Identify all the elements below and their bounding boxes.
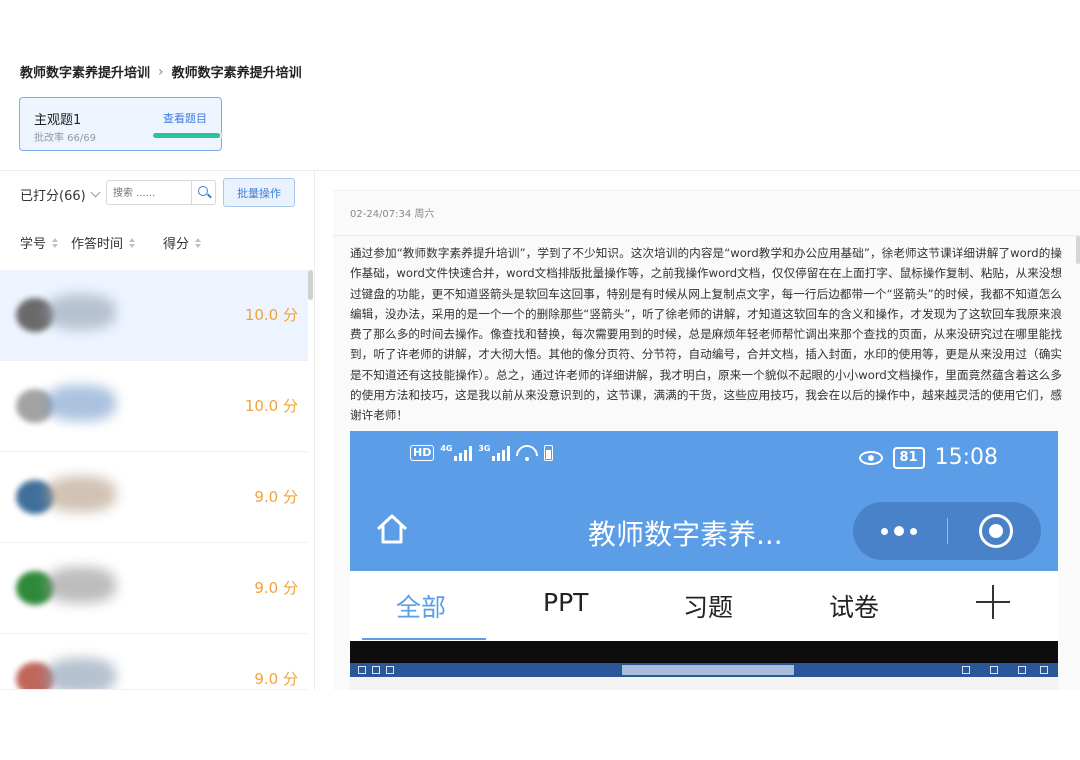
titlebar-glyph [990,666,998,674]
plus-icon[interactable] [976,585,1010,619]
student-row[interactable]: 9.0 分 [0,452,308,543]
column-header-score[interactable]: 得分 [163,233,202,252]
sort-icon [52,237,59,248]
signal-icon: 3G [478,444,511,461]
word-titlebar [350,663,1058,677]
mini-app-title: 教师数字素养... [588,518,783,551]
capsule-divider [947,518,948,544]
column-header-label: 学号 [20,237,47,252]
breadcrumb: 教师数字素养提升培训 › 教师数字素养提升培训 [20,62,302,82]
search-input[interactable] [107,182,187,205]
word-ribbon [350,677,1058,690]
student-score: 9.0 分 [254,488,298,506]
mini-app-header: 教师数字素养... [350,487,1058,571]
detail-scrollbar[interactable] [1076,236,1080,264]
batch-operation-button[interactable]: 批量操作 [223,178,295,207]
student-score: 10.0 分 [244,397,298,415]
wifi-icon [511,440,543,472]
signal-icon: 4G [440,444,473,461]
blurred-avatar [12,470,122,525]
student-row[interactable]: 9.0 分 [0,543,308,634]
sim1-label: 4G [440,444,453,453]
search-button[interactable] [191,181,215,204]
score-filter-label: 已打分(66) [20,189,86,204]
student-row[interactable]: 9.0 分 [0,634,308,690]
section-divider [0,170,1080,171]
blurred-avatar [12,379,122,434]
hd-badge: HD [410,445,435,461]
topic-card[interactable]: 主观题1 查看题目 批改率 66/69 [19,97,223,151]
phone-clock: 15:08 [934,445,998,470]
student-score: 10.0 分 [244,306,298,324]
battery-saver-icon [544,445,554,461]
phone-tabs: 全部 PPT 习题 试卷 [350,571,1058,639]
chevron-down-icon [90,187,101,198]
search-box [106,180,216,205]
chevron-right-icon: › [158,63,164,80]
student-score: 9.0 分 [254,670,298,688]
mini-app-capsule[interactable] [853,502,1041,560]
breadcrumb-item-course[interactable]: 教师数字素养提升培训 [20,62,150,81]
titlebar-glyph [358,666,366,674]
search-icon-handle [207,193,212,199]
battery-level: 81 [892,446,925,469]
tab-all[interactable]: 全部 [396,588,446,624]
tab-exams[interactable]: 试卷 [829,588,879,624]
tab-exercises[interactable]: 习题 [683,588,733,624]
tab-ppt[interactable]: PPT [543,588,588,617]
list-scrollbar[interactable] [308,270,313,300]
student-row[interactable]: 10.0 分 [0,270,308,361]
titlebar-glyph [962,666,970,674]
answer-timestamp: 02-24/07:34 周六 [350,209,435,220]
student-row[interactable]: 10.0 分 [0,361,308,452]
topic-title: 主观题1 [34,113,82,128]
titlebar-glyph [1018,666,1026,674]
grading-progress-fill [153,133,220,138]
blurred-avatar [12,561,122,616]
eye-icon [858,450,883,465]
phone-status-bar: HD 4G 3G 81 15:08 [350,431,1058,487]
word-search-bar [622,665,794,675]
column-header-student-id[interactable]: 学号 [20,233,59,252]
blurred-avatar [12,288,122,343]
column-header-label: 作答时间 [71,237,124,252]
close-target-icon[interactable] [979,514,1013,548]
breadcrumb-item-current: 教师数字素养提升培训 [171,66,302,81]
video-frame-top [350,641,1058,663]
blurred-avatar [12,652,122,689]
score-filter-dropdown[interactable]: 已打分(66) [20,185,101,204]
grading-progress-bar [153,133,223,138]
panel-divider [314,170,315,690]
home-icon[interactable] [375,512,409,546]
detail-divider [333,235,1080,236]
answer-attachment-screenshot[interactable]: HD 4G 3G 81 15:08 教师数字素养... 全部 PPT 习题 试卷 [350,431,1058,690]
view-question-link[interactable]: 查看题目 [163,110,207,126]
active-tab-indicator [362,638,486,640]
sim2-label: 3G [478,444,491,453]
titlebar-glyph [386,666,394,674]
grading-rate: 批改率 66/69 [34,133,96,144]
column-header-label: 得分 [163,237,190,252]
titlebar-glyph [1040,666,1048,674]
student-score: 9.0 分 [254,579,298,597]
column-header-answer-time[interactable]: 作答时间 [71,233,136,252]
sort-icon [129,237,136,248]
more-dots-icon[interactable] [881,526,917,536]
sort-icon [195,237,202,248]
answer-text: 通过参加“教师数字素养提升培训”，学到了不少知识。这次培训的内容是“word教学… [350,246,1062,423]
titlebar-glyph [372,666,380,674]
